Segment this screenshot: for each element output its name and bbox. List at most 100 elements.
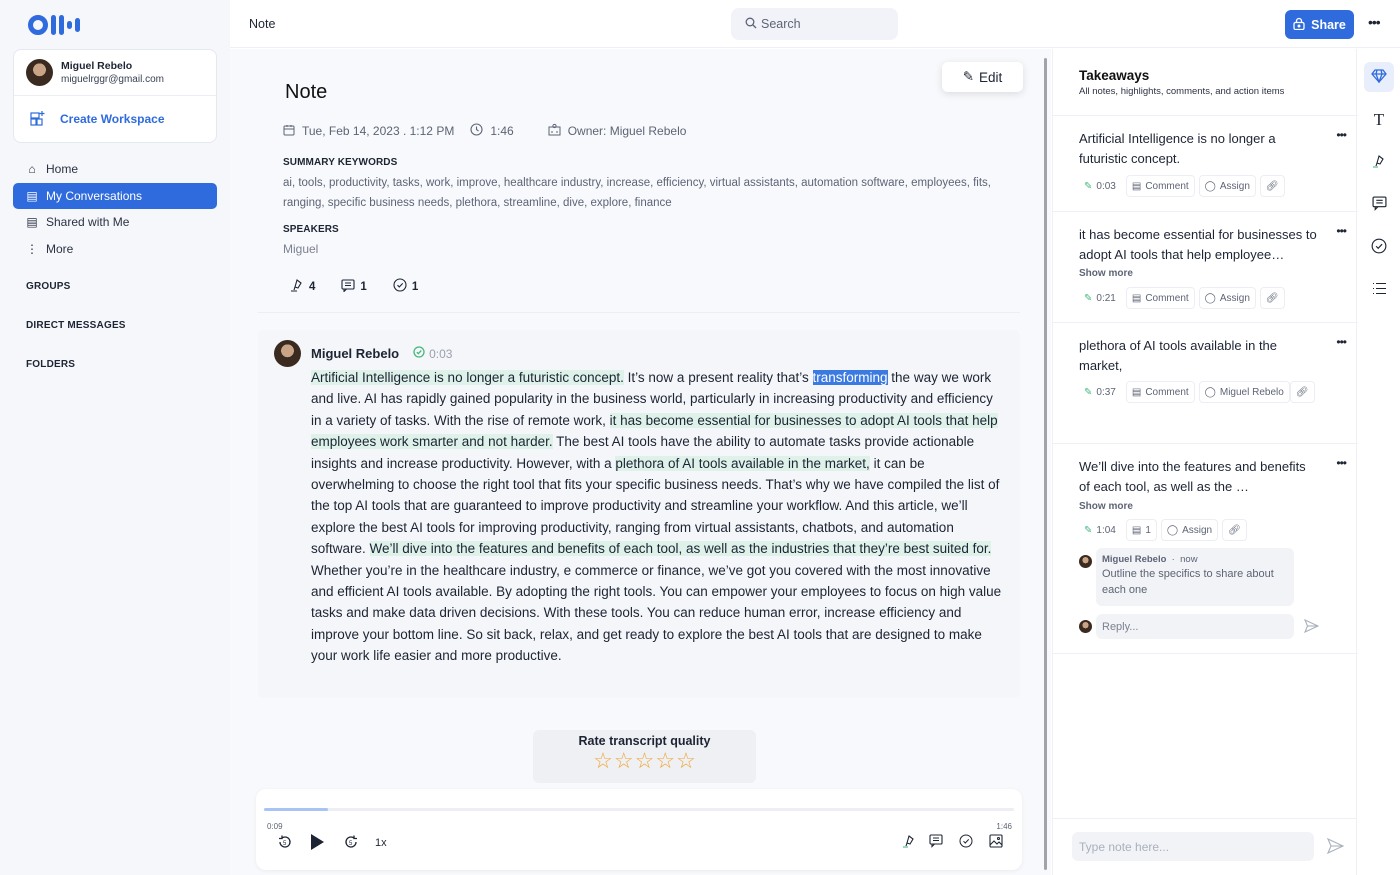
note-owner: Owner: Miguel Rebelo [567,124,687,138]
action-items-tab[interactable] [1364,232,1394,262]
takeaway-more-icon[interactable]: ••• [1336,224,1347,238]
edit-button[interactable]: ✎ Edit [942,62,1023,92]
takeaway-timestamp[interactable]: ✎ 0:37 [1083,381,1122,403]
audio-player: 0:09 1:46 5 5 1x [256,789,1022,870]
text-tab[interactable]: T [1364,105,1394,135]
section-groups[interactable]: GROUPS [26,281,71,292]
speaker-timestamp[interactable]: 0:03 [413,346,452,361]
page-title: Note [249,17,276,31]
takeaway-item[interactable]: Artificial Intelligence is no longer a f… [1053,115,1358,211]
show-more-link[interactable]: Show more [1079,501,1133,512]
star-icon[interactable]: ☆ [655,750,675,772]
comments-count-button[interactable]: ▤ 1 [1125,519,1157,541]
sidebar-item-home[interactable]: ⌂ Home [13,156,217,182]
star-icon[interactable]: ☆ [676,750,696,772]
comment-icon: ▤ [1131,180,1142,192]
action-items-count[interactable]: 1 [393,278,418,295]
note-counts: 4 1 1 [290,278,418,295]
highlights-tab[interactable] [1364,147,1394,177]
sidebar-item-shared-with-me[interactable]: ▤ Shared with Me [13,209,217,235]
takeaway-timestamp[interactable]: ✎ 0:03 [1083,175,1122,197]
assignee-button[interactable]: ◯ Miguel Rebelo [1198,381,1290,403]
reply-input[interactable]: Reply... [1096,614,1294,639]
link-icon: 🔗︎ [1228,524,1241,536]
comment-button[interactable]: ▤ Comment [1125,381,1195,403]
highlighted-segment[interactable]: plethora of AI tools available in the ma… [615,455,870,471]
playback-speed-button[interactable]: 1x [375,837,387,849]
send-note-icon[interactable] [1326,837,1345,857]
comments-count[interactable]: 1 [341,278,367,295]
forward-5-button[interactable]: 5 [343,834,359,853]
takeaway-timestamp[interactable]: ✎ 0:21 [1083,287,1122,309]
player-highlight-button[interactable] [902,834,916,851]
account-switcher[interactable]: Miguel Rebelo miguelrggr@gmail.com [14,50,216,96]
selected-word[interactable]: transforming [812,370,888,385]
comment-button[interactable]: ▤ Comment [1125,287,1195,309]
more-vertical-icon: ⋮ [26,241,38,256]
progress-track[interactable] [264,808,1014,811]
sidebar-item-my-conversations[interactable]: ▤ My Conversations [13,182,217,209]
share-button[interactable]: Share [1285,10,1354,39]
outline-icon [1372,282,1387,298]
highlighted-segment[interactable]: Artificial Intelligence is no longer a f… [311,370,624,385]
section-folders[interactable]: FOLDERS [26,359,75,370]
send-reply-icon[interactable] [1303,618,1320,636]
comment-icon [929,834,943,851]
player-comment-button[interactable] [929,834,943,851]
highlighted-segment[interactable]: We’ll dive into the features and benefit… [369,541,992,557]
comment-text: Outline the specifics to share about eac… [1102,568,1274,596]
takeaways-panel: Takeaways All notes, highlights, comment… [1052,49,1358,875]
comments-tab[interactable] [1364,190,1394,220]
copy-link-button[interactable]: 🔗︎ [1259,287,1285,309]
star-icon[interactable]: ☆ [614,750,634,772]
star-icon[interactable]: ☆ [593,750,613,772]
image-icon [989,834,1003,851]
assign-button[interactable]: ◯ Assign [1160,519,1219,541]
search-input[interactable]: Search [731,8,898,40]
takeaway-item[interactable]: plethora of AI tools available in the ma… [1053,322,1358,443]
conversations-icon: ▤ [26,188,38,203]
takeaway-more-icon[interactable]: ••• [1336,456,1347,470]
takeaway-timestamp[interactable]: ✎ 1:04 [1083,519,1122,541]
otter-logo[interactable] [28,14,80,36]
check-circle-icon [959,834,973,851]
create-workspace-button[interactable]: Create Workspace [14,96,216,142]
search-icon [745,17,757,32]
takeaway-item[interactable]: it has become essential for businesses t… [1053,211,1358,322]
star-icon[interactable]: ☆ [635,750,655,772]
takeaway-more-icon[interactable]: ••• [1336,128,1347,142]
check-circle-icon: ◯ [1204,180,1216,192]
account-card: Miguel Rebelo miguelrggr@gmail.com Creat… [13,49,217,143]
copy-link-button[interactable]: 🔗︎ [1259,175,1285,197]
main-scrollbar[interactable] [1044,58,1047,870]
sidebar-item-label: My Conversations [46,188,143,203]
transcript-text[interactable]: Artificial Intelligence is no longer a f… [311,367,1006,667]
takeaways-tab[interactable] [1364,62,1394,92]
link-icon: 🔗︎ [1265,292,1279,304]
player-action-item-button[interactable] [959,834,973,851]
show-more-link[interactable]: Show more [1079,268,1133,279]
copy-link-button[interactable]: 🔗︎ [1222,519,1247,541]
comment-button[interactable]: ▤ Comment [1125,175,1195,197]
rewind-5-button[interactable]: 5 [277,834,293,853]
outline-tab[interactable] [1364,275,1394,305]
more-options-icon[interactable]: ••• [1368,14,1381,30]
assign-button[interactable]: ◯ Assign [1198,175,1256,197]
speakers-list: Miguel [283,242,319,256]
transcript-speaker-row: Miguel Rebelo 0:03 [274,340,452,367]
takeaway-more-icon[interactable]: ••• [1336,335,1347,349]
sidebar-item-more[interactable]: ⋮ More [13,236,217,262]
search-placeholder: Search [761,17,801,31]
section-direct-messages[interactable]: DIRECT MESSAGES [26,320,126,331]
speaker-name[interactable]: Miguel Rebelo [311,346,399,361]
assign-button[interactable]: ◯ Assign [1198,287,1256,309]
play-button[interactable] [309,833,325,854]
sidebar: Miguel Rebelo miguelrggr@gmail.com Creat… [0,0,230,875]
note-meta: Tue, Feb 14, 2023 . 1:12 PM 1:46 Owner: … [283,123,702,139]
shared-icon: ▤ [26,215,38,229]
copy-link-button[interactable]: 🔗︎ [1289,381,1315,403]
star-rating: ☆ ☆ ☆ ☆ ☆ [533,750,756,772]
player-image-button[interactable] [989,834,1003,851]
note-input[interactable]: Type note here... [1072,832,1314,861]
highlights-count[interactable]: 4 [290,278,315,295]
